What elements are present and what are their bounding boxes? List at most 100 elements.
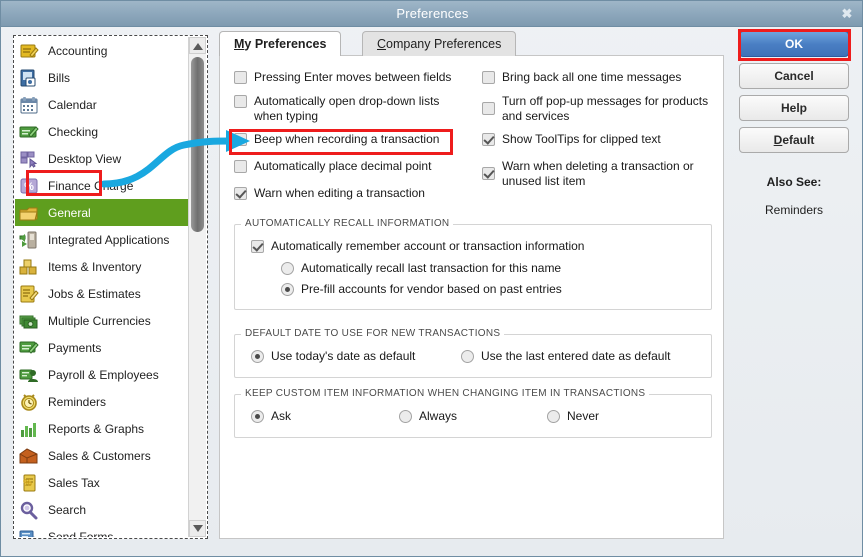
default-button[interactable]: Default (739, 127, 849, 153)
label-use-last-entered-date: Use the last entered date as default (481, 349, 671, 363)
checkbox-warn-when-editing[interactable] (234, 187, 247, 200)
radio-use-last-entered-date[interactable] (461, 350, 474, 363)
also-see-reminders-link[interactable]: Reminders (739, 203, 849, 217)
checkbox-bring-back-one-time-messages[interactable] (482, 71, 495, 84)
group-keep-custom-item-info: KEEP CUSTOM ITEM INFORMATION WHEN CHANGI… (234, 388, 712, 438)
label-auto-open-dropdown: Automatically open drop-down lists when … (254, 94, 440, 123)
sidebar-items-container: Accounting Bills Calendar Checking Desktop V… (15, 37, 189, 537)
radio-row-ask[interactable]: Ask (251, 409, 371, 424)
tab-strip: My Preferences Company Preferences (219, 31, 724, 56)
sidebar-item-bills[interactable]: Bills (15, 64, 189, 91)
sidebar-item-reminders[interactable]: Reminders (15, 388, 189, 415)
jobs-estimates-icon (19, 284, 39, 304)
checkbox-row-pressing-enter[interactable]: Pressing Enter moves between fields (234, 70, 464, 85)
radio-row-prefill-accounts[interactable]: Pre-fill accounts for vendor based on pa… (281, 282, 681, 297)
scroll-down-arrow-icon[interactable] (189, 520, 206, 537)
scrollbar-thumb[interactable] (191, 57, 204, 232)
tab-my-preferences[interactable]: My Preferences (219, 31, 342, 56)
checkbox-warn-when-deleting[interactable] (482, 167, 495, 180)
sidebar-item-payments[interactable]: Payments (15, 334, 189, 361)
checkbox-auto-open-dropdown-lists[interactable] (234, 95, 247, 108)
radio-prefill-accounts-vendor[interactable] (281, 283, 294, 296)
preferences-dialog: Preferences ✖ Accounting Bills Calendar Che… (0, 0, 863, 557)
sidebar-item-accounting[interactable]: Accounting (15, 37, 189, 64)
help-button[interactable]: Help (739, 95, 849, 121)
group-title-keep-custom-item: KEEP CUSTOM ITEM INFORMATION WHEN CHANGI… (241, 388, 650, 399)
checkbox-auto-remember-account-info[interactable] (251, 240, 264, 253)
sidebar-item-label: Sales Tax (48, 475, 100, 490)
sidebar-item-label: Reminders (48, 394, 107, 409)
label-prefill-accounts: Pre-fill accounts for vendor based on pa… (301, 282, 562, 296)
sidebar-item-label: Finance Charge (48, 178, 134, 193)
sidebar-item-label: Bills (48, 70, 71, 85)
sidebar-item-calendar[interactable]: Calendar (15, 91, 189, 118)
cancel-button[interactable]: Cancel (739, 63, 849, 89)
checkbox-pressing-enter-moves[interactable] (234, 71, 247, 84)
sidebar-item-payroll-employees[interactable]: Payroll & Employees (15, 361, 189, 388)
sidebar-item-sales-customers[interactable]: Sales & Customers (15, 442, 189, 469)
group-title-recall: AUTOMATICALLY RECALL INFORMATION (241, 218, 454, 229)
checkbox-row-warn-editing[interactable]: Warn when editing a transaction (234, 186, 464, 201)
title-bar: Preferences ✖ (1, 1, 862, 27)
label-beep-when-recording: Beep when recording a transaction (254, 132, 440, 146)
my-preferences-panel: Pressing Enter moves between fields Auto… (219, 55, 724, 539)
general-icon (19, 203, 39, 223)
sidebar-item-items-inventory[interactable]: Items & Inventory (15, 253, 189, 280)
checkbox-row-warn-deleting[interactable]: Warn when deleting a transaction or unus… (482, 159, 707, 188)
sidebar-item-reports-graphs[interactable]: Reports & Graphs (15, 415, 189, 442)
sidebar-item-general[interactable]: General (15, 199, 189, 226)
sidebar-item-label: Accounting (48, 43, 108, 58)
checkbox-beep-when-recording[interactable] (234, 133, 247, 146)
close-icon[interactable]: ✖ (838, 5, 856, 23)
sidebar-item-label: Checking (48, 124, 99, 139)
group-default-date: DEFAULT DATE TO USE FOR NEW TRANSACTIONS… (234, 328, 712, 378)
checkbox-row-bring-back-messages[interactable]: Bring back all one time messages (482, 70, 717, 85)
send-forms-icon (19, 527, 39, 537)
checkbox-row-show-tooltips[interactable]: Show ToolTips for clipped text (482, 132, 717, 147)
radio-row-always[interactable]: Always (399, 409, 519, 424)
sidebar-scrollbar[interactable] (188, 37, 206, 537)
sales-tax-icon: % (19, 473, 39, 493)
radio-use-todays-date[interactable] (251, 350, 264, 363)
sidebar-item-desktop-view[interactable]: Desktop View (15, 145, 189, 172)
checkbox-row-beep-recording[interactable]: Beep when recording a transaction (234, 132, 464, 147)
sidebar-item-send-forms[interactable]: Send Forms (15, 523, 189, 537)
preferences-category-list: Accounting Bills Calendar Checking Desktop V… (13, 35, 208, 539)
integrated-applications-icon (19, 230, 39, 250)
checkbox-row-remember-account-info[interactable]: Automatically remember account or transa… (251, 239, 681, 254)
radio-row-never[interactable]: Never (547, 409, 667, 424)
radio-row-today-date[interactable]: Use today's date as default (251, 349, 451, 364)
sidebar-item-integrated-applications[interactable]: Integrated Applications (15, 226, 189, 253)
sidebar-item-jobs-estimates[interactable]: Jobs & Estimates (15, 280, 189, 307)
sidebar-item-sales-tax[interactable]: % Sales Tax (15, 469, 189, 496)
label-auto-place-decimal: Automatically place decimal point (254, 159, 432, 173)
scroll-up-arrow-icon[interactable] (189, 37, 206, 54)
sidebar-item-checking[interactable]: Checking (15, 118, 189, 145)
ok-button[interactable]: OK (739, 31, 849, 57)
radio-ask[interactable] (251, 410, 264, 423)
radio-recall-last-transaction[interactable] (281, 262, 294, 275)
label-warn-when-deleting: Warn when deleting a transaction or unus… (502, 159, 694, 188)
radio-always[interactable] (399, 410, 412, 423)
group-automatically-recall-information: AUTOMATICALLY RECALL INFORMATION Automat… (234, 218, 712, 310)
sidebar-item-multiple-currencies[interactable]: Multiple Currencies (15, 307, 189, 334)
checkbox-show-tooltips[interactable] (482, 133, 495, 146)
radio-never[interactable] (547, 410, 560, 423)
sidebar-item-label: Payroll & Employees (48, 367, 159, 382)
also-see-heading: Also See: (766, 175, 822, 189)
checkbox-turn-off-popup-messages[interactable] (482, 102, 495, 115)
tab-company-preferences[interactable]: Company Preferences (362, 31, 517, 56)
radio-row-recall-last-transaction[interactable]: Automatically recall last transaction fo… (281, 261, 681, 276)
reports-graphs-icon (19, 419, 39, 439)
calendar-icon (19, 95, 39, 115)
checkbox-auto-place-decimal-point[interactable] (234, 160, 247, 173)
sidebar-item-search[interactable]: Search (15, 496, 189, 523)
sales-customers-icon (19, 446, 39, 466)
sidebar-item-label: Payments (48, 340, 102, 355)
bills-icon (19, 68, 39, 88)
checkbox-row-auto-open-dropdown[interactable]: Automatically open drop-down lists when … (234, 94, 449, 123)
radio-row-last-entered-date[interactable]: Use the last entered date as default (461, 349, 701, 364)
sidebar-item-finance-charge[interactable]: % Finance Charge (15, 172, 189, 199)
checkbox-row-turn-off-popups[interactable]: Turn off pop-up messages for products an… (482, 94, 719, 123)
checkbox-row-decimal-point[interactable]: Automatically place decimal point (234, 159, 464, 174)
